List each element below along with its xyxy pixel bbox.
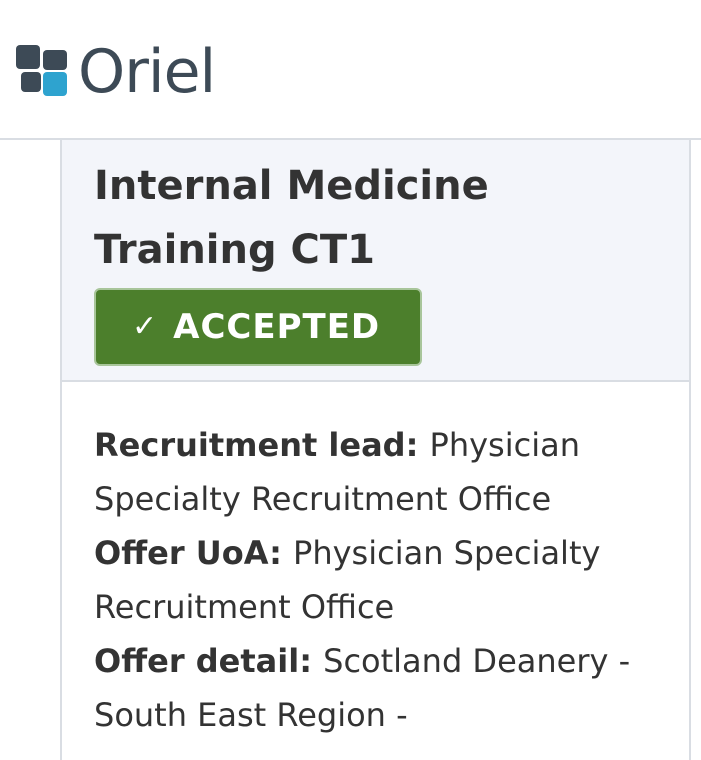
logo-wordmark: Oriel — [78, 37, 216, 107]
logo-square-bottom-right — [43, 72, 67, 96]
detail-label: Recruitment lead: — [94, 426, 430, 464]
status-label: ACCEPTED — [173, 307, 381, 347]
detail-recruitment-lead: Recruitment lead: Physician Specialty Re… — [94, 418, 684, 526]
detail-offer-uoa: Offer UoA: Physician Specialty Recruitme… — [94, 526, 684, 634]
offer-card-header: Internal Medicine Training CT1 ✓ ACCEPTE… — [62, 140, 689, 382]
logo-square-bottom-left — [21, 72, 41, 92]
logo-square-top-left — [16, 45, 40, 69]
oriel-logo-icon — [14, 43, 72, 101]
logo-square-top-right — [43, 50, 67, 70]
site-header: Oriel — [0, 0, 701, 140]
status-badge: ✓ ACCEPTED — [94, 288, 422, 366]
offer-card: Internal Medicine Training CT1 ✓ ACCEPTE… — [60, 140, 691, 760]
detail-offer-detail: Offer detail: Scotland Deanery - South E… — [94, 634, 684, 742]
checkmark-icon: ✓ — [132, 309, 158, 344]
detail-label: Offer UoA: — [94, 534, 294, 572]
offer-details: Recruitment lead: Physician Specialty Re… — [62, 382, 684, 742]
oriel-logo[interactable]: Oriel — [14, 37, 216, 107]
programme-title: Internal Medicine Training CT1 — [94, 163, 489, 273]
detail-label: Offer detail: — [94, 642, 324, 680]
